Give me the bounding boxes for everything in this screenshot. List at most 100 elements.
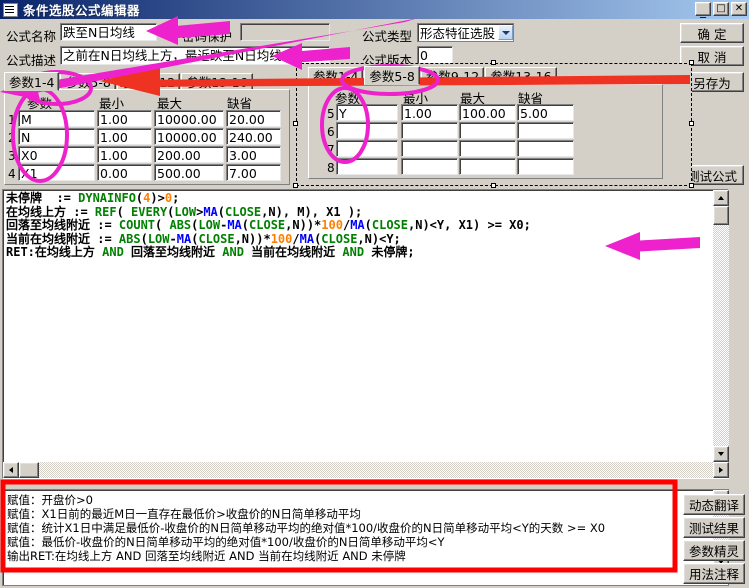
param-min-input[interactable]: 1.00 bbox=[97, 146, 152, 163]
usage-note-button[interactable]: 用法注释 bbox=[683, 563, 745, 584]
scroll-thumb-horizontal[interactable] bbox=[19, 462, 39, 478]
chevron-down-icon[interactable] bbox=[498, 25, 513, 40]
resize-handle-w[interactable] bbox=[293, 121, 298, 126]
param-row-number: 8 bbox=[327, 161, 335, 175]
param-tabs-back[interactable]: 参数1-4 参数5-8 参数9-12 参数13-16 bbox=[4, 72, 254, 91]
dynamic-translate-button[interactable]: 动态翻译 bbox=[683, 494, 745, 515]
code-editor[interactable]: 未停牌 := DYNAINFO(4)>0; 在均线上方 := REF( EVERY… bbox=[2, 189, 729, 479]
param-min-input[interactable]: 1.00 bbox=[401, 104, 458, 121]
param-def-input[interactable]: 240.00 bbox=[226, 128, 281, 145]
scroll-left-button[interactable] bbox=[3, 462, 19, 478]
tab-params-13-16-front[interactable]: 参数13-16 bbox=[485, 67, 557, 84]
param-def-input[interactable] bbox=[517, 158, 574, 175]
formula-type-select[interactable]: 形态特征选股 bbox=[417, 23, 514, 42]
param-max-input[interactable]: 200.00 bbox=[154, 146, 224, 163]
code-line: RET:在均线上方 AND 回落至均线附近 AND 当前在均线附近 AND 未停… bbox=[6, 245, 415, 260]
param-def-input[interactable]: 5.00 bbox=[517, 104, 574, 121]
param-def-input[interactable]: 3.00 bbox=[226, 146, 281, 163]
param-min-input[interactable] bbox=[401, 122, 458, 139]
param-min-input[interactable] bbox=[401, 158, 458, 175]
param-name-input[interactable]: X0 bbox=[18, 146, 95, 163]
resize-handle-e[interactable] bbox=[689, 121, 694, 126]
output-line: 赋值：最低价-收盘价的N日简单移动平均的绝对值*100/收盘价的N日简单移动平均… bbox=[7, 535, 445, 549]
resize-handle-se[interactable] bbox=[689, 183, 694, 188]
minimize-button[interactable]: _ bbox=[695, 2, 711, 18]
param-grid-front: 参数 最小 最大 缺省 5 Y 1.00 100.00 5.00 6 7 8 bbox=[308, 84, 663, 179]
resize-handle-sw[interactable] bbox=[293, 183, 298, 188]
param-min-input[interactable]: 1.00 bbox=[97, 128, 152, 145]
param-max-input[interactable] bbox=[459, 122, 516, 139]
param-def-input[interactable] bbox=[517, 122, 574, 139]
maximize-button[interactable]: □ bbox=[713, 2, 729, 16]
resize-handle-nw[interactable] bbox=[293, 60, 298, 65]
param-name-input[interactable] bbox=[336, 140, 398, 157]
scroll-thumb-vertical[interactable] bbox=[713, 206, 729, 225]
close-button[interactable]: ✕ bbox=[731, 2, 747, 16]
param-tabs-front[interactable]: 参数1-4 参数5-8 参数9-12 参数13-16 bbox=[308, 66, 558, 85]
code-vertical-scrollbar[interactable] bbox=[713, 190, 729, 462]
param-row-number: 5 bbox=[327, 107, 335, 121]
test-result-button[interactable]: 测试结果 bbox=[683, 517, 745, 538]
param-def-input[interactable]: 20.00 bbox=[226, 110, 281, 127]
window-title: 条件选股公式编辑器 bbox=[23, 3, 141, 18]
resize-handle-ne[interactable] bbox=[689, 60, 694, 65]
param-name-input[interactable] bbox=[336, 158, 398, 175]
param-max-input[interactable] bbox=[459, 140, 516, 157]
param-def-input[interactable]: 7.00 bbox=[226, 164, 281, 181]
scroll-right-button[interactable] bbox=[713, 462, 729, 478]
param-def-input[interactable] bbox=[517, 140, 574, 157]
resize-handle-n[interactable] bbox=[491, 60, 496, 65]
param-name-input[interactable]: Y bbox=[336, 104, 398, 121]
tab-params-9-12-front[interactable]: 参数9-12 bbox=[420, 67, 485, 84]
tab-params-5-8-front[interactable]: 参数5-8 bbox=[364, 66, 420, 85]
param-max-input[interactable]: 500.00 bbox=[154, 164, 224, 181]
code-horizontal-scrollbar[interactable] bbox=[3, 462, 729, 478]
scroll-down-button[interactable] bbox=[713, 446, 729, 462]
window-controls: _ □ ✕ bbox=[695, 2, 747, 18]
output-line: 输出RET:在均线上方 AND 回落至均线附近 AND 当前在均线附近 AND … bbox=[7, 549, 406, 563]
ok-button[interactable]: 确 定 bbox=[680, 23, 744, 43]
tab-params-1-4-front[interactable]: 参数1-4 bbox=[308, 67, 364, 84]
param-max-input[interactable]: 100.00 bbox=[459, 104, 516, 121]
code-line: 回落至均线附近 := COUNT( ABS(LOW-MA(CLOSE,N))*1… bbox=[6, 218, 531, 233]
output-line: 赋值：开盘价>0 bbox=[7, 493, 93, 507]
resize-handle-s[interactable] bbox=[491, 183, 496, 188]
formula-name-input[interactable]: 跌至N日均线 bbox=[60, 23, 157, 41]
param-row-number: 6 bbox=[327, 125, 335, 139]
param-name-input[interactable]: N bbox=[18, 128, 95, 145]
formula-type-label: 公式类型 bbox=[362, 29, 413, 44]
tab-params-9-12-back[interactable]: 参数9-12 bbox=[116, 73, 181, 90]
param-min-input[interactable] bbox=[401, 140, 458, 157]
output-pane: 赋值：开盘价>0 赋值：X1日前的最近M日一直存在最低价>收盘价的N日简单移动平均… bbox=[2, 489, 729, 586]
param-max-input[interactable] bbox=[459, 158, 516, 175]
maximize-icon: □ bbox=[716, 3, 726, 14]
param-name-input[interactable]: X1 bbox=[18, 164, 95, 181]
output-text: 赋值：开盘价>0 赋值：X1日前的最近M日一直存在最低价>收盘价的N日简单移动平均… bbox=[3, 490, 728, 563]
app-icon bbox=[3, 2, 18, 17]
param-row-number: 7 bbox=[327, 143, 335, 157]
password-protect-label: 密码保护 bbox=[182, 29, 233, 44]
formula-name-label: 公式名称 bbox=[6, 29, 57, 44]
password-protect-checkbox[interactable] bbox=[166, 26, 178, 38]
param-name-input[interactable] bbox=[336, 122, 398, 139]
param-wizard-button[interactable]: 参数精灵 bbox=[683, 540, 745, 561]
param-max-input[interactable]: 10000.00 bbox=[154, 110, 224, 127]
param-min-input[interactable]: 1.00 bbox=[97, 110, 152, 127]
output-line: 赋值：X1日前的最近M日一直存在最低价>收盘价的N日简单移动平均 bbox=[7, 507, 361, 521]
formula-type-value: 形态特征选股 bbox=[420, 26, 496, 41]
scroll-up-button[interactable] bbox=[713, 190, 729, 206]
minimize-icon: _ bbox=[700, 4, 706, 18]
tab-params-13-16-back[interactable]: 参数13-16 bbox=[181, 73, 253, 90]
param-row-number: 4 bbox=[8, 167, 16, 181]
formula-desc-input[interactable]: 之前在N日均线上方，最近跌至N日均线 bbox=[60, 46, 330, 65]
tab-params-1-4-back[interactable]: 参数1-4 bbox=[4, 72, 60, 91]
param-grid-back: 参数 最小 最大 缺省 1 M 1.00 10000.00 20.00 2 N … bbox=[4, 89, 290, 185]
code-line: 未停牌 := DYNAINFO(4)>0; bbox=[6, 191, 180, 205]
code-text[interactable]: 未停牌 := DYNAINFO(4)>0; 在均线上方 := REF( EVERY… bbox=[3, 190, 728, 260]
password-input[interactable] bbox=[240, 23, 330, 41]
floating-params-panel: 参数1-4 参数5-8 参数9-12 参数13-16 参数 最小 最大 缺省 5… bbox=[293, 60, 694, 188]
param-name-input[interactable]: M bbox=[18, 110, 95, 127]
param-min-input[interactable]: 0.00 bbox=[97, 164, 152, 181]
tab-params-5-8-back[interactable]: 参数5-8 bbox=[60, 73, 116, 90]
param-max-input[interactable]: 10000.00 bbox=[154, 128, 224, 145]
